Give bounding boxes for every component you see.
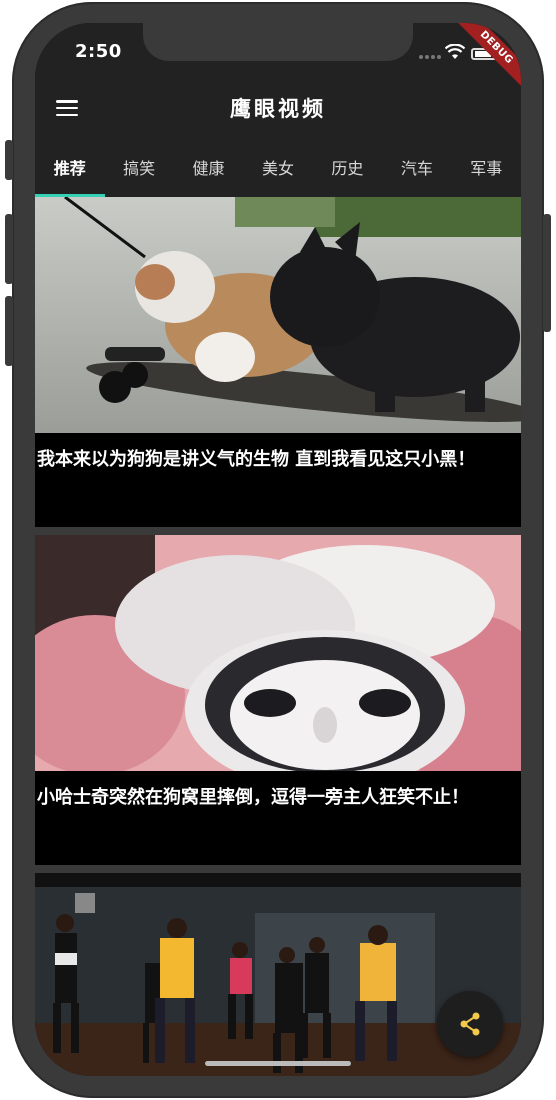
video-card[interactable]: 我本来以为狗狗是讲义气的生物 直到我看见这只小黑！ [35,197,521,527]
status-time: 2:50 [75,41,122,62]
video-caption: 小哈士奇突然在狗窝里摔倒，逗得一旁主人狂笑不止！ [37,787,469,808]
volume-down-button [5,296,13,366]
tab-recommended[interactable]: 推荐 [35,155,104,179]
tab-history[interactable]: 历史 [313,155,382,179]
video-feed: 我本来以为狗狗是讲义气的生物 直到我看见这只小黑！ 小哈士奇突然在狗窝里摔倒，逗… [35,197,521,1076]
tab-military[interactable]: 军事 [452,155,521,179]
power-button [543,214,551,332]
share-button[interactable] [437,991,503,1057]
phone-screen: 2:50 DEBUG 鹰眼视频 推荐 搞笑 健康 美女 历史 汽车 军事 我本来… [35,23,521,1076]
app-title: 鹰眼视频 [230,97,326,121]
tab-funny[interactable]: 搞笑 [104,155,173,179]
volume-up-button [5,214,13,284]
tab-health[interactable]: 健康 [174,155,243,179]
tab-beauty[interactable]: 美女 [243,155,312,179]
wifi-icon [445,44,465,59]
video-caption: 我本来以为狗狗是讲义气的生物 直到我看见这只小黑！ [37,449,476,470]
mute-switch [5,140,13,180]
share-icon [460,1012,480,1036]
signal-icon [419,55,441,59]
home-indicator [205,1061,351,1066]
video-thumbnail[interactable] [35,197,521,433]
video-card[interactable]: 小哈士奇突然在狗窝里摔倒，逗得一旁主人狂笑不止！ [35,535,521,865]
notch [143,23,413,61]
category-tab-bar: 推荐 搞笑 健康 美女 历史 汽车 军事 [35,133,521,197]
app-bar: 鹰眼视频 [35,83,521,133]
video-thumbnail[interactable] [35,535,521,771]
tab-cars[interactable]: 汽车 [382,155,451,179]
